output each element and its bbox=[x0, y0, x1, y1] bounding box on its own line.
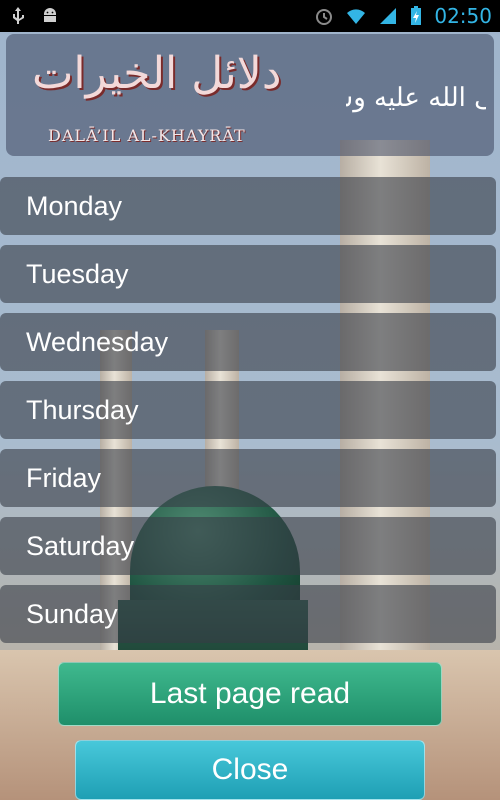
day-item-friday[interactable]: Friday bbox=[0, 449, 496, 507]
day-label: Tuesday bbox=[26, 258, 129, 289]
title-english: DALĀ’IL AL-KHAYRĀT bbox=[48, 126, 246, 145]
wifi-icon bbox=[347, 9, 366, 24]
day-item-sunday[interactable]: Sunday bbox=[0, 585, 496, 643]
day-item-tuesday[interactable]: Tuesday bbox=[0, 245, 496, 303]
day-label: Monday bbox=[26, 190, 123, 221]
status-bar: 02:50 bbox=[0, 0, 500, 32]
salawat-calligraphy-icon: صلى الله عليه وسلم bbox=[346, 83, 486, 113]
day-label: Thursday bbox=[26, 394, 139, 425]
title-arabic: دلائل الخيرات bbox=[32, 48, 282, 99]
usb-icon bbox=[13, 7, 24, 24]
day-label: Saturday bbox=[26, 530, 135, 561]
day-item-thursday[interactable]: Thursday bbox=[0, 381, 496, 439]
last-page-read-button[interactable]: Last page read bbox=[58, 662, 442, 726]
close-button[interactable]: Close bbox=[75, 740, 425, 800]
battery-charging-icon bbox=[411, 6, 422, 25]
android-icon bbox=[44, 8, 56, 22]
alarm-icon bbox=[316, 9, 333, 25]
day-item-monday[interactable]: Monday bbox=[0, 177, 496, 235]
salawat-calligraphy-text: صلى الله عليه وسلم bbox=[346, 83, 486, 113]
day-label: Sunday bbox=[26, 598, 118, 629]
clock-time: 02:50 bbox=[434, 4, 492, 28]
day-label: Friday bbox=[26, 462, 102, 493]
signal-icon bbox=[380, 8, 397, 24]
day-item-wednesday[interactable]: Wednesday bbox=[0, 313, 496, 371]
day-label: Wednesday bbox=[26, 326, 169, 357]
day-item-saturday[interactable]: Saturday bbox=[0, 517, 496, 575]
